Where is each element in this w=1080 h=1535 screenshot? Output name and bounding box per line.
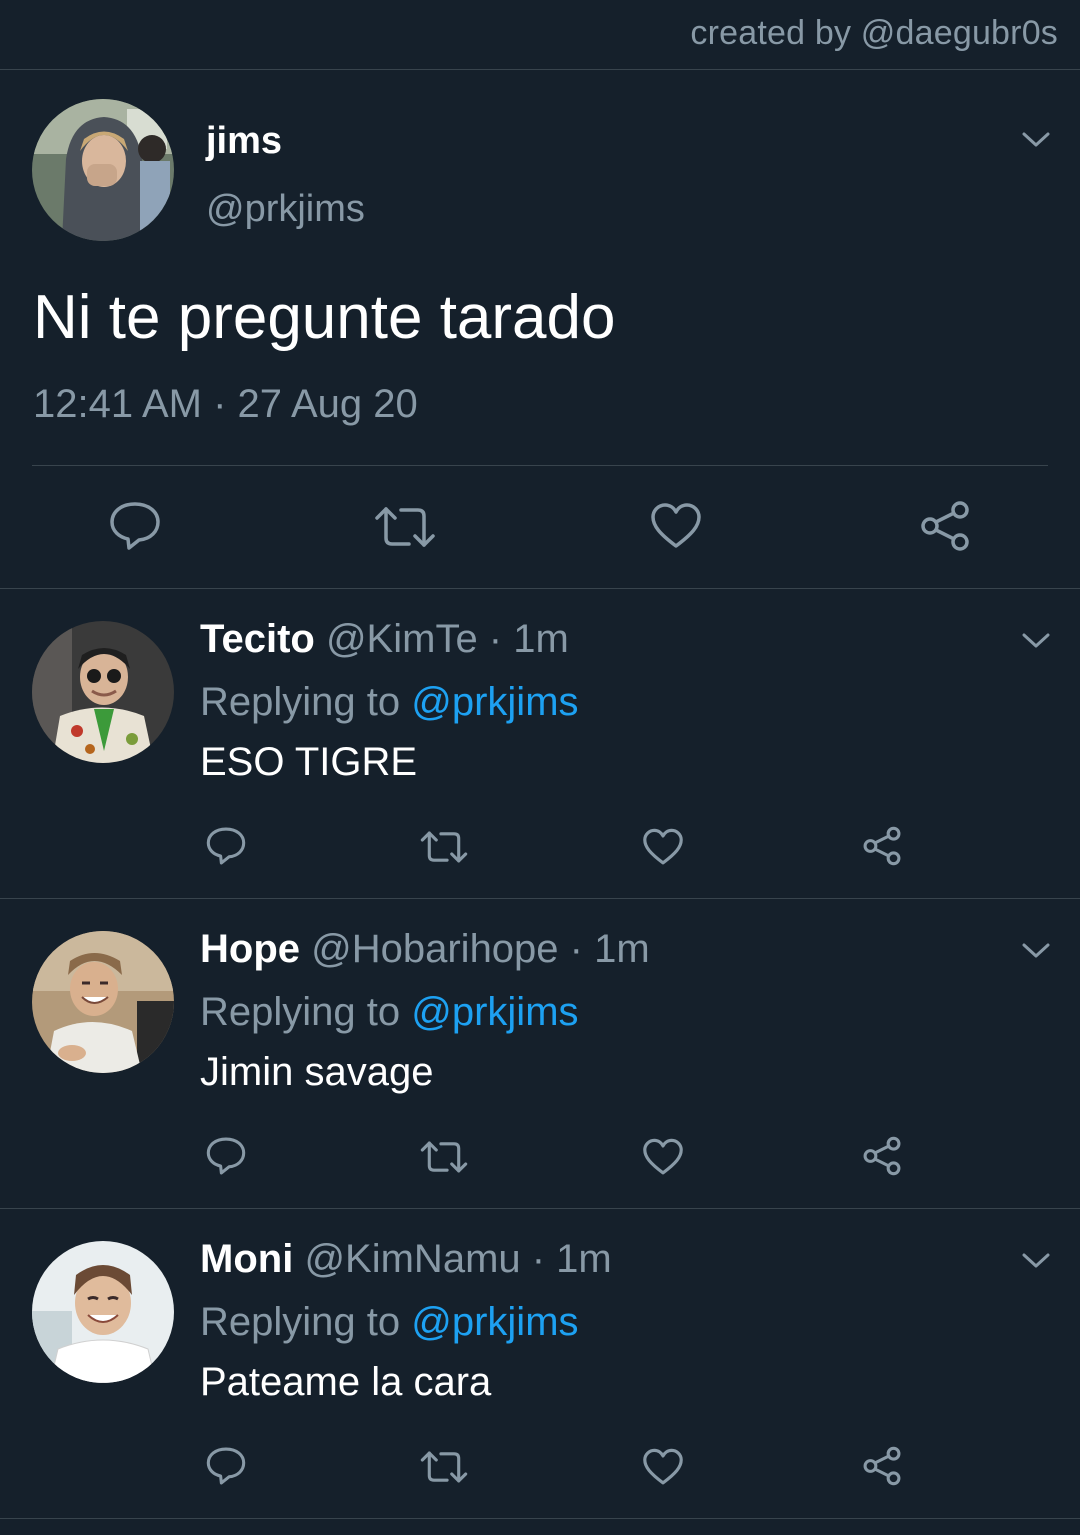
tweet-text: ESO TIGRE: [200, 740, 418, 784]
avatar[interactable]: [32, 99, 174, 241]
chevron-down-icon[interactable]: [1021, 631, 1051, 651]
main-tweet[interactable]: jims @prkjims Ni te pregunte tarado 12:4…: [0, 70, 1080, 589]
like-icon[interactable]: [650, 502, 702, 550]
chevron-down-icon[interactable]: [1021, 1251, 1051, 1271]
reply-header: Moni @KimNamu · 1m: [200, 1237, 612, 1282]
replying-to: Replying to @prkjims: [200, 990, 579, 1035]
tweet-timestamp[interactable]: 12:41 AM · 27 Aug 20: [33, 382, 418, 427]
tweet-text: Jimin savage: [200, 1050, 434, 1094]
reply-meta: @Hobarihope · 1m: [311, 927, 650, 971]
retweet-icon[interactable]: [374, 504, 436, 550]
reply-icon[interactable]: [205, 1446, 247, 1486]
reply-icon[interactable]: [205, 826, 247, 866]
like-icon[interactable]: [642, 1138, 684, 1176]
display-name[interactable]: Hope: [200, 927, 300, 971]
reply-meta: @KimNamu · 1m: [304, 1237, 612, 1281]
tweet-thread: created by @daegubr0s jims @prkjims Ni t…: [0, 0, 1080, 1535]
user-handle[interactable]: @prkjims: [206, 188, 365, 231]
reply-meta: @KimTe · 1m: [325, 617, 569, 661]
replying-label: Replying to: [200, 680, 401, 724]
avatar[interactable]: [32, 621, 174, 763]
replying-to: Replying to @prkjims: [200, 1300, 579, 1345]
reply-tweet[interactable]: Moni @KimNamu · 1m Replying to @prkjims …: [0, 1209, 1080, 1519]
credit-text: created by @daegubr0s: [690, 14, 1058, 52]
display-name[interactable]: jims: [206, 120, 282, 163]
like-icon[interactable]: [642, 828, 684, 866]
reply-tweet[interactable]: Hope @Hobarihope · 1m Replying to @prkji…: [0, 899, 1080, 1209]
mention-link[interactable]: @prkjims: [411, 990, 578, 1034]
display-name[interactable]: Moni: [200, 1237, 293, 1281]
share-icon[interactable]: [918, 500, 972, 552]
reply-icon[interactable]: [108, 500, 162, 552]
avatar[interactable]: [32, 931, 174, 1073]
share-icon[interactable]: [861, 1136, 903, 1176]
display-name[interactable]: Tecito: [200, 617, 315, 661]
credit-bar: created by @daegubr0s: [0, 0, 1080, 70]
mention-link[interactable]: @prkjims: [411, 680, 578, 724]
like-icon[interactable]: [642, 1448, 684, 1486]
chevron-down-icon[interactable]: [1021, 941, 1051, 961]
divider: [32, 465, 1048, 466]
share-icon[interactable]: [861, 826, 903, 866]
retweet-icon[interactable]: [420, 1139, 468, 1175]
avatar[interactable]: [32, 1241, 174, 1383]
replying-label: Replying to: [200, 990, 401, 1034]
tweet-text: Ni te pregunte tarado: [33, 283, 616, 352]
reply-header: Hope @Hobarihope · 1m: [200, 927, 650, 972]
replying-label: Replying to: [200, 1300, 401, 1344]
retweet-icon[interactable]: [420, 1449, 468, 1485]
reply-tweet[interactable]: Tecito @KimTe · 1m Replying to @prkjims …: [0, 589, 1080, 899]
replying-to: Replying to @prkjims: [200, 680, 579, 725]
tweet-text: Pateame la cara: [200, 1360, 492, 1404]
chevron-down-icon[interactable]: [1021, 130, 1051, 150]
mention-link[interactable]: @prkjims: [411, 1300, 578, 1344]
retweet-icon[interactable]: [420, 829, 468, 865]
reply-header: Tecito @KimTe · 1m: [200, 617, 569, 662]
reply-icon[interactable]: [205, 1136, 247, 1176]
share-icon[interactable]: [861, 1446, 903, 1486]
